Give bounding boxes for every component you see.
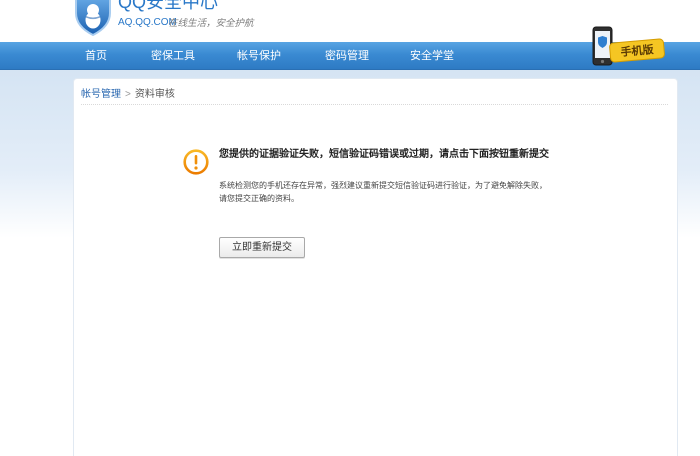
main-nav: 首页 密保工具 帐号保护 密码管理 安全学堂 手机版 — [0, 26, 700, 70]
resubmit-button[interactable]: 立即重新提交 — [219, 237, 305, 258]
mobile-version-link[interactable]: 手机版 — [586, 24, 668, 68]
logo-slogan: 在线生活，安全护航 — [168, 18, 254, 29]
qq-shield-logo-icon — [75, 0, 111, 36]
breadcrumb-current: 资料审核 — [134, 89, 175, 100]
warning-icon-dot — [194, 166, 198, 170]
site-logo[interactable]: QQ安全中心 AQ.QQ.COM 在线生活，安全护航 — [0, 0, 280, 42]
breadcrumb: 帐号管理 > 资料审核 — [81, 89, 175, 101]
notice-description-line-1: 系统检测您的手机还存在异常，强烈建议重新提交短信验证码进行验证，为了避免解除失败… — [219, 181, 547, 190]
logo-penguin-head — [87, 4, 99, 16]
notice-title: 您提供的证据验证失败，短信验证码错误或过期，请点击下面按钮重新提交 — [219, 149, 549, 160]
breadcrumb-account-management[interactable]: 帐号管理 — [81, 89, 121, 100]
notice-description: 系统检测您的手机还存在异常，强烈建议重新提交短信验证码进行验证，为了避免解除失败… — [219, 179, 547, 205]
warning-icon-bar — [194, 155, 198, 165]
logo-title: QQ安全中心 — [118, 0, 219, 12]
nav-item-account-protection[interactable]: 帐号保护 — [237, 42, 281, 70]
warning-icon — [183, 149, 209, 175]
breadcrumb-separator: > — [125, 89, 131, 100]
page: QQ安全中心 AQ.QQ.COM 在线生活，安全护航 首页 密保工具 帐号保护 … — [0, 0, 700, 456]
mobile-phone-icon: 手机版 — [592, 26, 665, 66]
notice-description-line-2: 请您提交正确的资料。 — [219, 194, 299, 203]
phone-home-button — [600, 59, 605, 64]
content-panel: 帐号管理 > 资料审核 您提供的证据验证失败，短信验证码错误或过期，请点击下面按钮重… — [73, 78, 678, 456]
nav-item-security-school[interactable]: 安全学堂 — [410, 42, 454, 70]
breadcrumb-divider — [81, 104, 668, 105]
nav-item-password-management[interactable]: 密码管理 — [325, 42, 369, 70]
nav-item-security-tools[interactable]: 密保工具 — [151, 42, 195, 70]
nav-item-home[interactable]: 首页 — [85, 42, 107, 70]
